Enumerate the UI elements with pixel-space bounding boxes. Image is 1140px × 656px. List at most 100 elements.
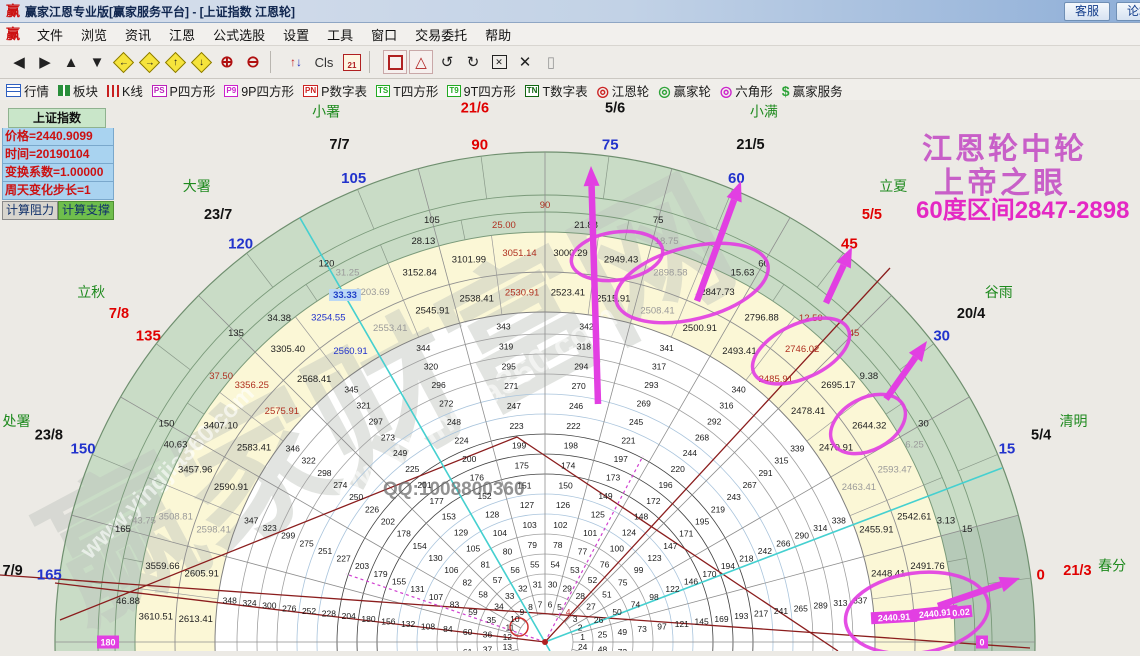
svg-text:195: 195 bbox=[695, 516, 709, 526]
svg-text:谷雨: 谷雨 bbox=[985, 284, 1013, 300]
kline-icon bbox=[107, 84, 120, 97]
p-table-icon: PN bbox=[302, 84, 319, 97]
svg-text:222: 222 bbox=[566, 421, 580, 431]
winner-service-button-label: 赢家服务 bbox=[792, 85, 843, 99]
t-square-button-label: T四方形 bbox=[393, 85, 439, 99]
calendar-icon[interactable]: 21 bbox=[340, 50, 364, 74]
quotes-button[interactable]: 行情 bbox=[6, 81, 49, 100]
p-square-button[interactable]: PS P四方形 bbox=[151, 81, 215, 100]
svg-text:130: 130 bbox=[428, 553, 442, 563]
p9-square-button[interactable]: P9 9P四方形 bbox=[224, 81, 294, 100]
svg-text:347: 347 bbox=[244, 515, 258, 525]
menu-item-8[interactable]: 窗口 bbox=[362, 28, 406, 43]
svg-text:2575.91: 2575.91 bbox=[265, 406, 299, 417]
svg-text:2545.91: 2545.91 bbox=[415, 306, 449, 317]
p-table-button[interactable]: PN P数字表 bbox=[302, 81, 367, 100]
svg-text:2605.91: 2605.91 bbox=[185, 569, 219, 580]
menu-item-1[interactable]: 文件 bbox=[28, 28, 72, 43]
winner-service-button[interactable]: $ 赢家服务 bbox=[782, 81, 843, 100]
panel-row-2: 时间=20190104 bbox=[2, 146, 114, 164]
svg-text:296: 296 bbox=[432, 380, 446, 390]
rotate-ccw-icon[interactable]: ↺ bbox=[435, 50, 459, 74]
sectors-button[interactable]: 板块 bbox=[58, 81, 98, 100]
svg-text:3: 3 bbox=[573, 614, 578, 624]
center-cross-icon[interactable]: ✕ bbox=[513, 50, 537, 74]
square-tool-icon[interactable] bbox=[383, 50, 407, 74]
svg-text:6: 6 bbox=[548, 599, 553, 609]
t-table-button[interactable]: TN T数字表 bbox=[524, 81, 588, 100]
t9-square-button[interactable]: T9 9T四方形 bbox=[447, 81, 516, 100]
index-name: 上证指数 bbox=[8, 108, 106, 128]
svg-text:2796.88: 2796.88 bbox=[745, 313, 779, 324]
svg-text:29: 29 bbox=[562, 583, 572, 593]
zoom-out-icon[interactable]: ⊖ bbox=[241, 50, 265, 74]
hexagon-button[interactable]: ◎ 六角形 bbox=[720, 81, 773, 100]
sectors-icon bbox=[58, 85, 71, 96]
svg-text:60: 60 bbox=[463, 627, 473, 637]
pan-right-icon[interactable]: → bbox=[137, 50, 161, 74]
eraser-icon[interactable]: ▯ bbox=[539, 50, 563, 74]
menu-item-7[interactable]: 工具 bbox=[318, 28, 362, 43]
cls-button[interactable]: Cls bbox=[310, 50, 338, 74]
svg-text:55: 55 bbox=[530, 560, 540, 570]
t-square-button[interactable]: TS T四方形 bbox=[375, 81, 439, 100]
svg-text:314: 314 bbox=[813, 523, 827, 533]
svg-text:72: 72 bbox=[618, 647, 628, 651]
calc-resistance-button[interactable]: 计算阻力 bbox=[2, 201, 58, 220]
forward-icon[interactable]: ▶ bbox=[33, 50, 57, 74]
svg-text:9.38: 9.38 bbox=[860, 371, 879, 382]
kline-button[interactable]: K线 bbox=[107, 81, 143, 100]
menu-item-6[interactable]: 设置 bbox=[274, 28, 318, 43]
svg-text:147: 147 bbox=[663, 541, 677, 551]
svg-text:342: 342 bbox=[579, 322, 593, 332]
svg-text:121: 121 bbox=[675, 619, 689, 629]
gann-wheel-icon: ◎ bbox=[596, 82, 609, 99]
svg-text:172: 172 bbox=[646, 496, 660, 506]
pan-up-icon[interactable]: ↑ bbox=[163, 50, 187, 74]
pan-left-icon[interactable]: ← bbox=[111, 50, 135, 74]
svg-text:2613.41: 2613.41 bbox=[179, 614, 213, 625]
svg-text:处署: 处署 bbox=[3, 413, 31, 429]
menu-item-9[interactable]: 交易委托 bbox=[406, 28, 476, 43]
calc-support-button[interactable]: 计算支撑 bbox=[58, 201, 114, 220]
svg-text:2847.73: 2847.73 bbox=[700, 287, 734, 298]
svg-text:2644.32: 2644.32 bbox=[852, 420, 886, 431]
svg-text:7: 7 bbox=[538, 599, 543, 609]
svg-text:7/9: 7/9 bbox=[3, 563, 23, 579]
svg-text:146: 146 bbox=[684, 577, 698, 587]
menu-item-2[interactable]: 浏览 bbox=[72, 28, 116, 43]
menu-item-10[interactable]: 帮助 bbox=[476, 28, 520, 43]
svg-text:317: 317 bbox=[652, 362, 666, 372]
menu-item-5[interactable]: 公式选股 bbox=[204, 28, 274, 43]
menu-logo-icon: 赢 bbox=[6, 26, 20, 42]
gann-wheel-button[interactable]: ◎ 江恩轮 bbox=[597, 81, 650, 100]
svg-text:180: 180 bbox=[361, 614, 375, 624]
menu-item-4[interactable]: 江恩 bbox=[160, 28, 204, 43]
menu-item-3[interactable]: 资讯 bbox=[116, 28, 160, 43]
updown-icon[interactable]: ↑ ↓ bbox=[284, 50, 308, 74]
svg-text:300: 300 bbox=[262, 601, 276, 611]
svg-text:2440.91: 2440.91 bbox=[878, 612, 911, 624]
index-info-panel: 上证指数 价格=2440.9099 时间=20190104 变换系数=1.00000… bbox=[2, 108, 114, 220]
hexagon-icon: ◎ bbox=[720, 82, 733, 99]
svg-text:3610.51: 3610.51 bbox=[139, 611, 173, 622]
svg-text:5/5: 5/5 bbox=[862, 207, 882, 223]
triangle-tool-icon[interactable]: △ bbox=[409, 50, 433, 74]
xbox-icon[interactable]: ✕ bbox=[487, 50, 511, 74]
rotate-cw-icon[interactable]: ↻ bbox=[461, 50, 485, 74]
back-icon[interactable]: ◀ bbox=[7, 50, 31, 74]
svg-text:3356.25: 3356.25 bbox=[235, 380, 269, 391]
pan-down-icon[interactable]: ↓ bbox=[189, 50, 213, 74]
service-button[interactable]: 客服 bbox=[1063, 2, 1110, 21]
svg-text:2898.58: 2898.58 bbox=[653, 268, 687, 279]
svg-text:318: 318 bbox=[577, 342, 591, 352]
winner-wheel-button[interactable]: ◎ 赢家轮 bbox=[658, 81, 711, 100]
svg-text:316: 316 bbox=[719, 401, 733, 411]
up-triangle-icon[interactable]: ▲ bbox=[59, 50, 83, 74]
down-triangle-icon[interactable]: ▼ bbox=[85, 50, 109, 74]
forum-button[interactable]: 论坛 bbox=[1115, 2, 1140, 21]
sep2 bbox=[369, 51, 378, 73]
svg-text:243: 243 bbox=[727, 492, 741, 502]
svg-text:153: 153 bbox=[442, 512, 456, 522]
zoom-in-icon[interactable]: ⊕ bbox=[215, 50, 239, 74]
